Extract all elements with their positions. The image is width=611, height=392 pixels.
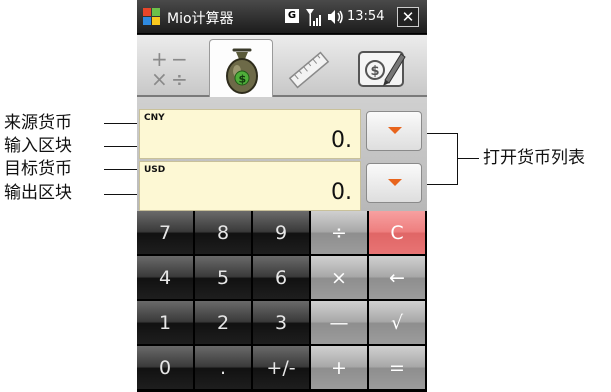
target-currency-dropdown-button[interactable] bbox=[366, 163, 422, 203]
key-1[interactable]: 1 bbox=[137, 301, 194, 345]
output-field: USD 0. bbox=[139, 161, 361, 211]
key-minus[interactable]: — bbox=[311, 301, 368, 345]
app-title: Mio计算器 bbox=[167, 11, 234, 27]
svg-text:$: $ bbox=[371, 64, 380, 79]
label-input-block: 输入区块 bbox=[4, 136, 72, 156]
key-3[interactable]: 3 bbox=[253, 301, 310, 345]
target-currency-code: USD bbox=[144, 165, 166, 175]
clock: 13:54 bbox=[347, 9, 385, 24]
arithmetic-icon: + − × ÷ bbox=[151, 47, 188, 91]
output-value: 0. bbox=[331, 180, 352, 205]
tab-basic-calc[interactable]: + − × ÷ bbox=[141, 40, 205, 97]
key-sqrt[interactable]: √ bbox=[369, 301, 426, 345]
key-clear[interactable]: C bbox=[369, 211, 426, 255]
tab-currency[interactable]: $ bbox=[209, 39, 273, 99]
label-target-currency: 目标货币 bbox=[4, 159, 72, 179]
label-output-block: 输出区块 bbox=[4, 183, 72, 203]
signal-icon bbox=[306, 9, 321, 26]
phone-screen: Mio计算器 G 13:54 ✕ + − × ÷ $ $ CNY 0. USD … bbox=[137, 0, 427, 392]
key-negate[interactable]: +/- bbox=[253, 346, 310, 390]
svg-text:÷: ÷ bbox=[171, 67, 188, 91]
svg-text:×: × bbox=[151, 67, 168, 91]
key-0[interactable]: 0 bbox=[137, 346, 194, 390]
bill-pen-icon: $ bbox=[358, 51, 406, 87]
ruler-icon bbox=[288, 51, 330, 89]
label-source-currency: 来源货币 bbox=[4, 113, 72, 133]
key-6[interactable]: 6 bbox=[253, 256, 310, 300]
money-bag-icon: $ bbox=[226, 48, 258, 94]
tab-tip-calc[interactable]: $ bbox=[349, 40, 413, 97]
keypad: 7 8 9 ÷ C 4 5 6 × ← 1 2 3 — √ 0 . +/- + … bbox=[137, 211, 427, 392]
chevron-down-icon bbox=[388, 179, 402, 186]
label-open-currency-list: 打开货币列表 bbox=[483, 148, 585, 168]
network-badge: G bbox=[285, 9, 299, 23]
windows-start-icon[interactable] bbox=[143, 8, 161, 26]
key-divide[interactable]: ÷ bbox=[311, 211, 368, 255]
input-field[interactable]: CNY 0. bbox=[139, 109, 361, 159]
key-9[interactable]: 9 bbox=[253, 211, 310, 255]
key-plus[interactable]: + bbox=[311, 346, 368, 390]
key-decimal[interactable]: . bbox=[195, 346, 252, 390]
tab-bar: + − × ÷ $ $ bbox=[137, 35, 427, 99]
tab-unit-converter[interactable] bbox=[277, 40, 341, 97]
currency-panel: CNY 0. USD 0. bbox=[137, 97, 427, 211]
key-equals[interactable]: = bbox=[369, 346, 426, 390]
source-currency-dropdown-button[interactable] bbox=[366, 111, 422, 151]
pointer-line-dropdown bbox=[457, 158, 479, 159]
key-4[interactable]: 4 bbox=[137, 256, 194, 300]
volume-icon bbox=[328, 10, 343, 24]
svg-text:$: $ bbox=[239, 73, 247, 86]
source-currency-code: CNY bbox=[144, 113, 165, 123]
pointer-bracket bbox=[457, 133, 458, 185]
key-8[interactable]: 8 bbox=[195, 211, 252, 255]
key-5[interactable]: 5 bbox=[195, 256, 252, 300]
close-button[interactable]: ✕ bbox=[397, 7, 419, 27]
status-bar: Mio计算器 G 13:54 ✕ bbox=[137, 0, 427, 34]
key-7[interactable]: 7 bbox=[137, 211, 194, 255]
chevron-down-icon bbox=[388, 127, 402, 134]
key-2[interactable]: 2 bbox=[195, 301, 252, 345]
key-multiply[interactable]: × bbox=[311, 256, 368, 300]
input-value: 0. bbox=[331, 128, 352, 153]
key-backspace[interactable]: ← bbox=[369, 256, 426, 300]
